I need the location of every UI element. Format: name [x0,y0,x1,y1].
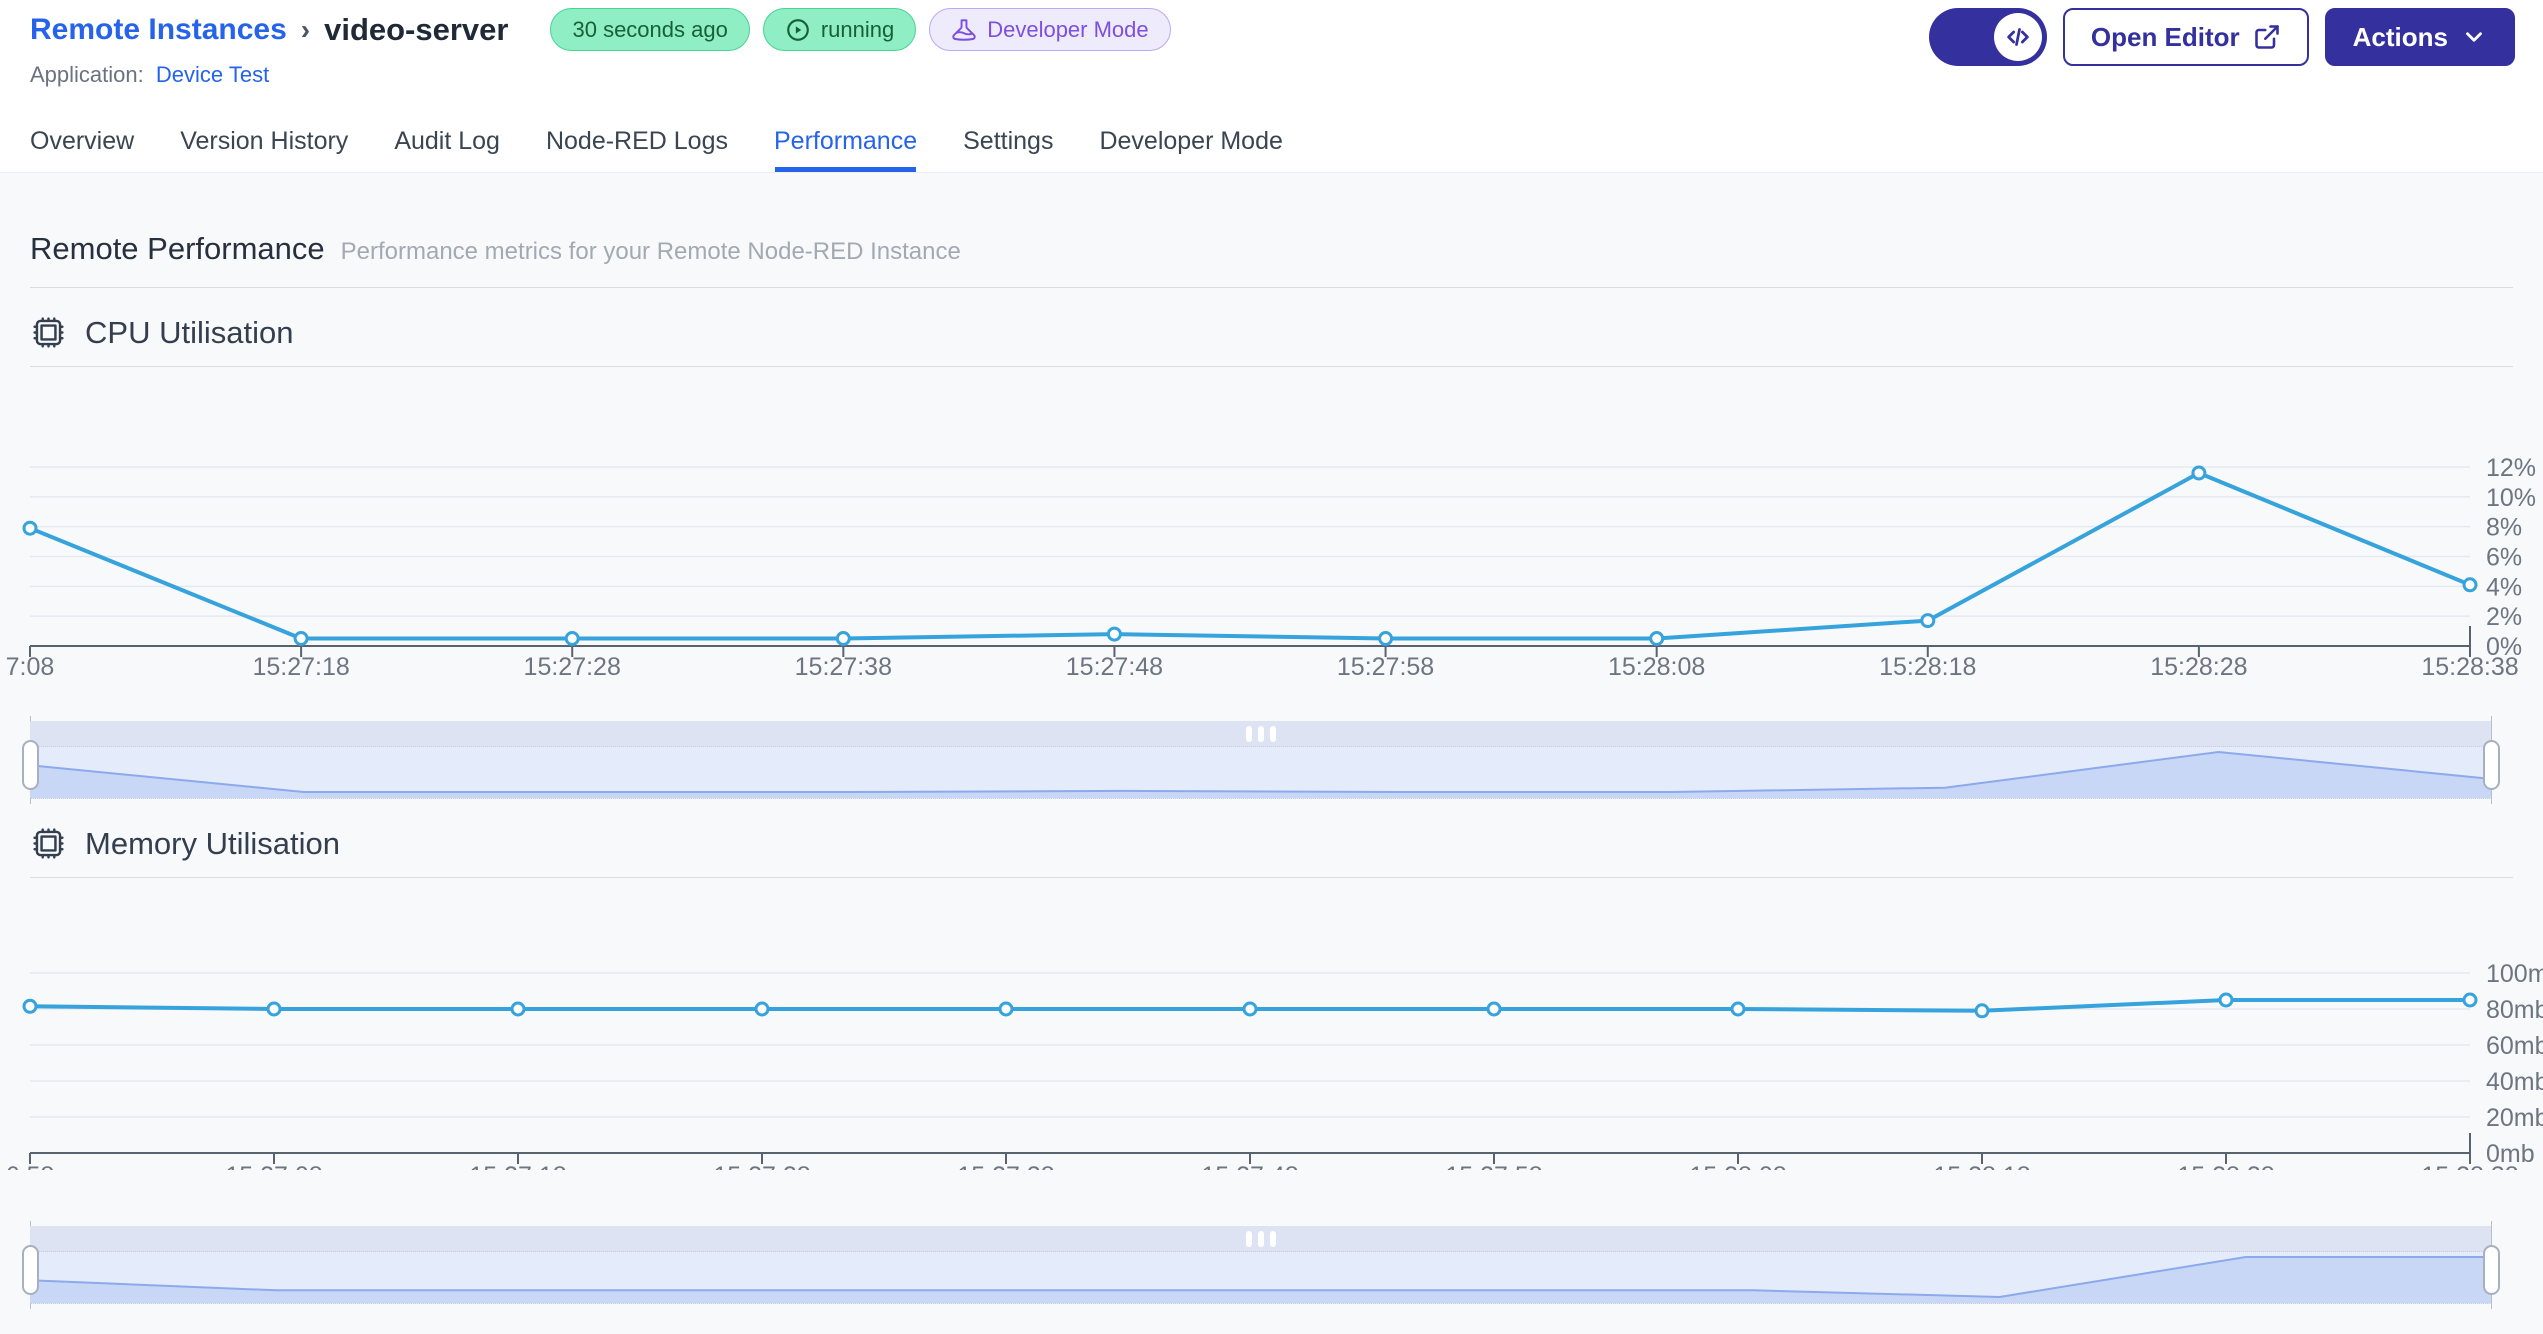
last-seen-badge: 30 seconds ago [550,8,750,51]
beaker-icon [952,18,976,41]
cpu-brush-handle-left[interactable] [22,740,39,790]
actions-button[interactable]: Actions [2324,8,2515,66]
memory-brush-selection[interactable] [30,1252,2492,1304]
memory-chart-brush[interactable] [22,1221,2500,1309]
memory-brush-track[interactable] [30,1226,2492,1252]
status-badges: 30 seconds ago running Developer Mode [550,8,1171,51]
running-status-badge: running [762,8,917,51]
svg-text:2%: 2% [2486,603,2522,631]
code-icon [2007,28,2029,46]
svg-text:40mb: 40mb [2486,1068,2543,1096]
application-label: Application: [30,62,144,87]
svg-text:6:58: 6:58 [6,1162,55,1170]
tab-node-red-logs[interactable]: Node-RED Logs [546,110,728,172]
tab-overview[interactable]: Overview [30,110,134,172]
page-title: Remote Performance [30,231,325,266]
breadcrumb-remote-instances[interactable]: Remote Instances [30,13,287,47]
divider [30,287,2513,288]
header-controls: Open Editor Actions [1928,8,2515,66]
last-seen-label: 30 seconds ago [572,16,728,42]
tab-performance[interactable]: Performance [774,110,917,172]
cpu-chart-brush[interactable] [22,716,2500,804]
developer-mode-label: Developer Mode [987,16,1149,42]
cpu-utilisation-chart[interactable]: 0%2%4%6%8%10%12%7:08 15:27:18 15:27:28 15:2… [0,367,2543,699]
tab-bar: Overview Version History Audit Log Node-… [0,110,2543,173]
memory-brush-handle-left[interactable] [22,1245,39,1295]
svg-text:15:27:58: 15:27:58 [1445,1162,1542,1170]
cpu-brush-handle-right[interactable] [2483,740,2500,790]
svg-text:15:27:48: 15:27:48 [1066,653,1163,681]
external-link-icon [2254,25,2279,49]
cpu-brush-grip-icon[interactable] [1246,726,1276,742]
cpu-brush-track[interactable] [30,721,2492,747]
svg-text:15:27:48: 15:27:48 [1201,1162,1298,1170]
svg-text:10%: 10% [2486,484,2536,512]
svg-text:4%: 4% [2486,573,2522,601]
cpu-chip-icon [33,317,64,348]
tab-settings[interactable]: Settings [963,110,1053,172]
svg-text:15:27:08: 15:27:08 [225,1162,322,1170]
toggle-knob[interactable] [1993,13,2042,61]
breadcrumb-separator: › [300,13,311,45]
svg-text:15:27:28: 15:27:28 [713,1162,810,1170]
svg-text:15:28:38: 15:28:38 [2421,1162,2518,1170]
svg-text:15:27:18: 15:27:18 [252,653,349,681]
instance-name: video-server [324,11,509,47]
running-status-label: running [820,16,895,42]
svg-text:15:28:08: 15:28:08 [1608,653,1705,681]
page-heading: Remote Performance Performance metrics f… [0,173,2543,267]
page-subtitle: Performance metrics for your Remote Node… [340,238,961,265]
memory-section-title: Memory Utilisation [30,825,2513,862]
svg-text:15:27:58: 15:27:58 [1337,653,1434,681]
memory-brush-handle-right[interactable] [2483,1245,2500,1295]
editor-toggle[interactable] [1928,8,2047,66]
cpu-chip-icon [33,828,64,859]
svg-text:80mb: 80mb [2486,996,2543,1024]
chevron-down-icon [2466,32,2482,42]
svg-text:15:28:38: 15:28:38 [2421,653,2518,681]
cpu-brush-selection[interactable] [30,747,2492,799]
svg-text:20mb: 20mb [2486,1104,2543,1132]
cpu-section-label: CPU Utilisation [85,314,294,350]
svg-text:60mb: 60mb [2486,1032,2543,1060]
play-circle-icon [786,18,809,41]
tab-audit-log[interactable]: Audit Log [394,110,500,172]
developer-mode-badge: Developer Mode [929,8,1171,51]
open-editor-button[interactable]: Open Editor [2062,8,2309,66]
open-editor-label: Open Editor [2090,21,2240,52]
tab-developer-mode[interactable]: Developer Mode [1099,110,1282,172]
svg-text:15:27:28: 15:27:28 [524,653,621,681]
svg-text:15:28:18: 15:28:18 [1933,1162,2030,1170]
page-header: Remote Instances › video-server 30 secon… [0,0,2543,110]
svg-text:12%: 12% [2486,454,2536,482]
svg-text:15:27:18: 15:27:18 [469,1162,566,1170]
svg-text:6%: 6% [2486,544,2522,572]
memory-utilisation-chart[interactable]: 0mb20mb40mb60mb80mb100mb6:5815:27:0815:2… [0,878,2543,1170]
cpu-section-title: CPU Utilisation [30,314,2513,351]
application-link[interactable]: Device Test [156,62,269,87]
tab-version-history[interactable]: Version History [180,110,348,172]
svg-text:15:28:28: 15:28:28 [2177,1162,2274,1170]
actions-label: Actions [2352,21,2448,52]
svg-text:15:28:18: 15:28:18 [1879,653,1976,681]
memory-brush-grip-icon[interactable] [1246,1231,1276,1247]
breadcrumb: Remote Instances › video-server 30 secon… [30,8,1171,51]
svg-text:7:08: 7:08 [6,653,55,681]
application-line: Application: Device Test [30,62,269,88]
svg-text:8%: 8% [2486,514,2522,542]
svg-text:15:27:38: 15:27:38 [795,653,892,681]
svg-text:15:28:08: 15:28:08 [1689,1162,1786,1170]
svg-text:15:28:28: 15:28:28 [2150,653,2247,681]
svg-text:100mb: 100mb [2486,960,2543,988]
main-content: Remote Performance Performance metrics f… [0,173,2543,1334]
memory-section-label: Memory Utilisation [85,825,340,861]
svg-text:15:27:38: 15:27:38 [957,1162,1054,1170]
